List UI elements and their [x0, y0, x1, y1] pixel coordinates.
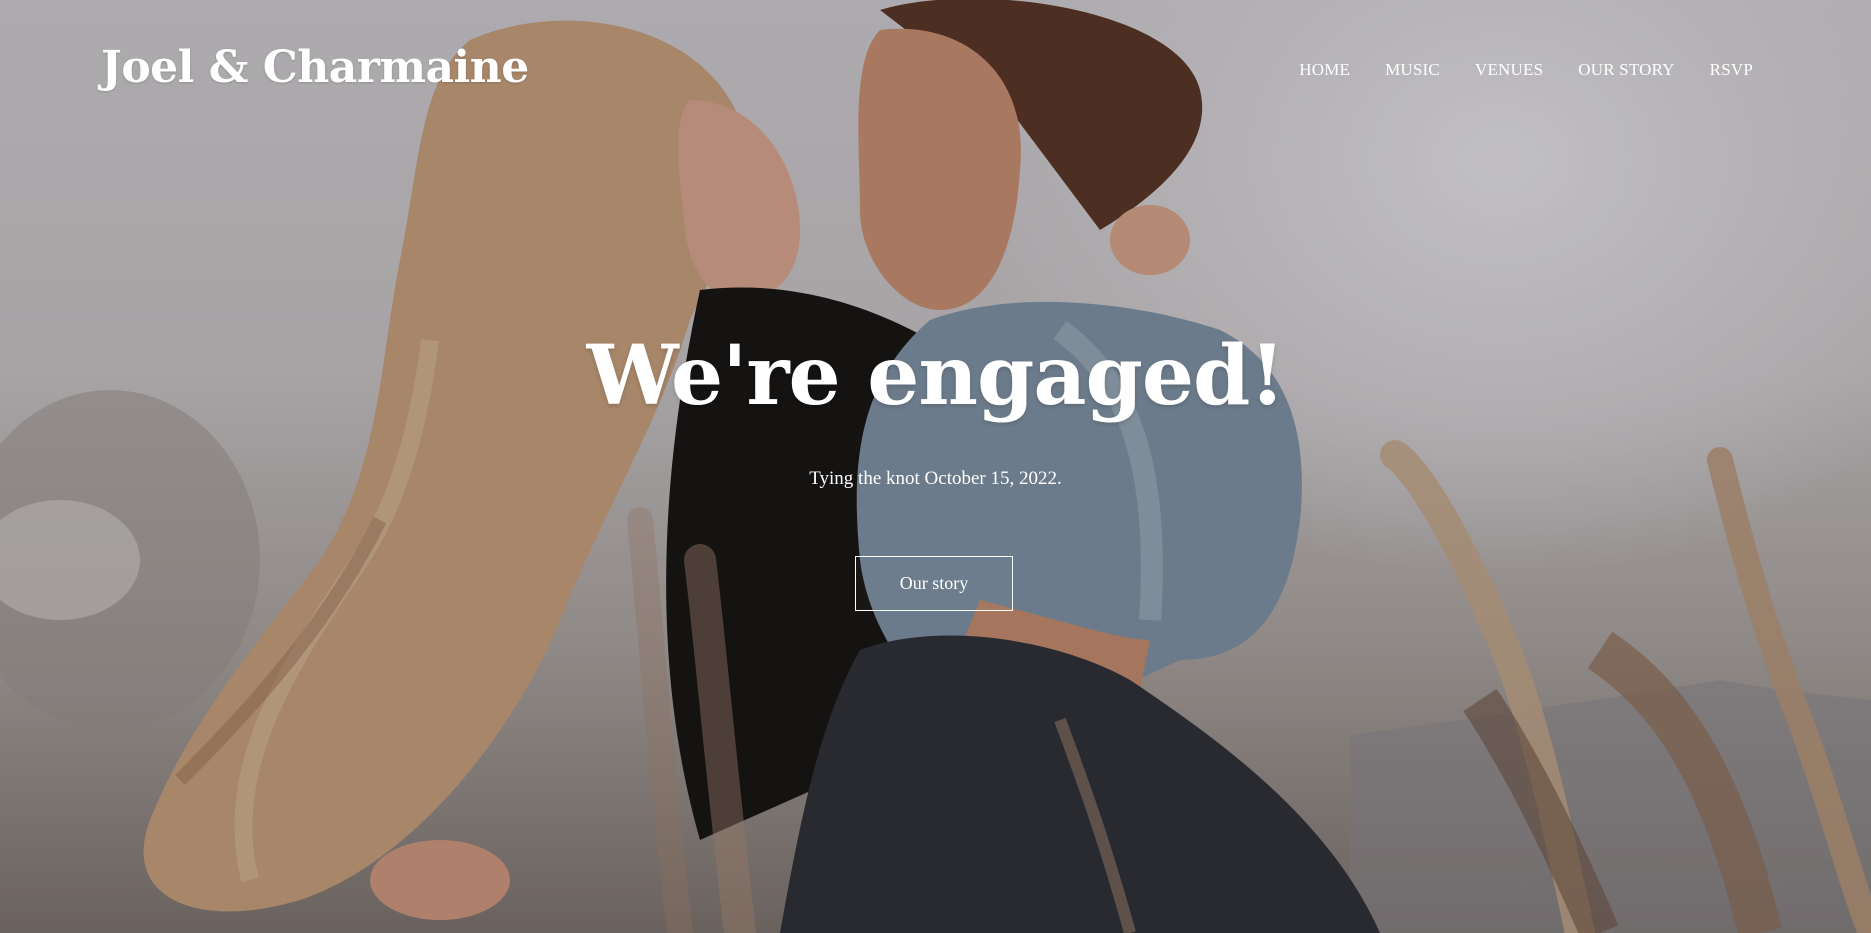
hero-headline: We're engaged!	[586, 328, 1286, 424]
main-nav: HOME MUSIC VENUES OUR STORY RSVP	[1299, 60, 1753, 80]
hero-overlay	[0, 0, 1871, 933]
our-story-button[interactable]: Our story	[855, 556, 1013, 611]
nav-rsvp[interactable]: RSVP	[1710, 60, 1753, 80]
nav-music[interactable]: MUSIC	[1385, 60, 1440, 80]
nav-home[interactable]: HOME	[1299, 60, 1350, 80]
nav-venues[interactable]: VENUES	[1475, 60, 1543, 80]
nav-our-story[interactable]: OUR STORY	[1578, 60, 1674, 80]
hero-section	[0, 0, 1871, 933]
site-brand[interactable]: Joel & Charmaine	[101, 42, 529, 93]
hero-subline: Tying the knot October 15, 2022.	[809, 468, 1062, 489]
